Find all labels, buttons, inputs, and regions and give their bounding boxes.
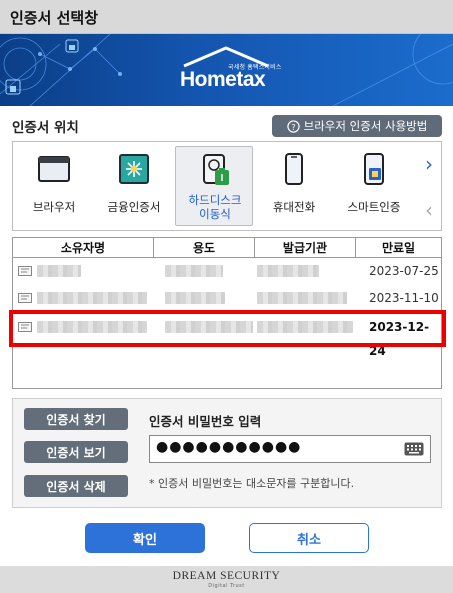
table-header: 소유자명 용도 발급기관 만료일: [13, 238, 441, 258]
hometax-logo: 국세청 홈택스서비스 Hometax: [178, 46, 281, 96]
table-row[interactable]: 2023-07-25: [13, 259, 441, 283]
password-label: 인증서 비밀번호 입력: [149, 414, 262, 429]
password-input[interactable]: ●●●●●●●●●●●: [149, 435, 431, 463]
issuer-redacted: [257, 321, 353, 333]
window-title: 인증서 선택창: [10, 9, 99, 27]
usage-redacted: [165, 265, 223, 277]
owner-redacted: [37, 292, 147, 304]
ok-button[interactable]: 확인: [85, 523, 205, 553]
hard-disk-icon: [203, 154, 229, 185]
password-value: ●●●●●●●●●●●: [156, 439, 302, 455]
media-financial-cert[interactable]: 금융인증서: [95, 142, 173, 230]
scroll-right-arrow-icon[interactable]: ›: [417, 152, 441, 176]
media-label: 스마트인증: [347, 200, 401, 214]
cert-icon: [18, 322, 32, 332]
security-pattern-right-icon: [333, 34, 453, 106]
browser-cert-help-button[interactable]: ? 브라우저 인증서 사용방법: [272, 115, 442, 137]
logo-text: Hometax: [180, 68, 266, 91]
hometax-banner: 국세청 홈택스서비스 Hometax: [0, 34, 453, 106]
media-label: 휴대전화: [272, 200, 316, 214]
dream-security-logo: DREAM SECURITY: [172, 570, 281, 582]
footer: DREAM SECURITY Digital Trust: [0, 566, 453, 593]
col-usage[interactable]: 용도: [154, 238, 255, 258]
mobile-phone-icon: [285, 153, 303, 185]
col-owner[interactable]: 소유자명: [13, 238, 154, 258]
col-issuer[interactable]: 발급기관: [255, 238, 356, 258]
expiry-date: 2023-07-25: [369, 264, 439, 278]
col-expiry[interactable]: 만료일: [356, 238, 441, 258]
media-label: 금융인증서: [107, 200, 161, 214]
browser-window-icon: [38, 156, 70, 182]
help-button-label: 브라우저 인증서 사용방법: [303, 119, 428, 133]
issuer-redacted: [257, 292, 347, 304]
view-cert-button[interactable]: 인증서 보기: [24, 441, 128, 463]
media-label-selected: 하드디스크 이동식: [188, 193, 242, 221]
media-smart-auth[interactable]: 스마트인증: [335, 142, 413, 230]
title-bar: 인증서 선택창: [0, 0, 453, 34]
smart-auth-icon: [364, 153, 384, 185]
security-pattern-icon: [0, 34, 122, 106]
usage-redacted: [165, 292, 225, 304]
expiry-date: 2023-11-10: [369, 291, 439, 305]
table-row-selected[interactable]: 2023-12-24: [13, 315, 441, 358]
scroll-left-arrow-icon[interactable]: ‹: [417, 198, 441, 222]
cert-list-table: 소유자명 용도 발급기관 만료일 2023-07-25 2023-11-10 2…: [12, 237, 442, 389]
cancel-button[interactable]: 취소: [249, 523, 369, 553]
cert-media-selector: 브라우저 금융인증서 하드디스크 이동식 휴대전화 스마트인증 › ‹: [12, 141, 442, 231]
owner-redacted: [37, 321, 147, 333]
usage-redacted: [165, 321, 253, 333]
media-browser[interactable]: 브라우저: [15, 142, 93, 230]
table-row[interactable]: 2023-11-10: [13, 286, 441, 310]
find-cert-button[interactable]: 인증서 찾기: [24, 408, 128, 430]
cert-location-label: 인증서 위치: [12, 120, 79, 136]
media-mobile-phone[interactable]: 휴대전화: [255, 142, 333, 230]
cert-icon: [18, 266, 32, 276]
delete-cert-button[interactable]: 인증서 삭제: [24, 475, 128, 497]
cert-action-panel: 인증서 찾기 인증서 보기 인증서 삭제 인증서 비밀번호 입력 ●●●●●●●…: [12, 398, 442, 508]
issuer-redacted: [257, 265, 319, 277]
expiry-date: 2023-12-24: [369, 320, 430, 358]
media-hard-disk[interactable]: 하드디스크 이동식: [175, 146, 253, 226]
owner-redacted: [37, 265, 81, 277]
password-case-note: * 인증서 비밀번호는 대소문자를 구분합니다.: [149, 477, 355, 490]
media-label: 브라우저: [32, 200, 76, 214]
question-circle-icon: ?: [286, 119, 300, 133]
virtual-keyboard-icon[interactable]: [404, 442, 424, 456]
cert-icon: [18, 293, 32, 303]
financial-cert-icon: [119, 154, 149, 184]
footer-tagline: Digital Trust: [208, 583, 245, 589]
svg-text:?: ?: [291, 121, 295, 131]
